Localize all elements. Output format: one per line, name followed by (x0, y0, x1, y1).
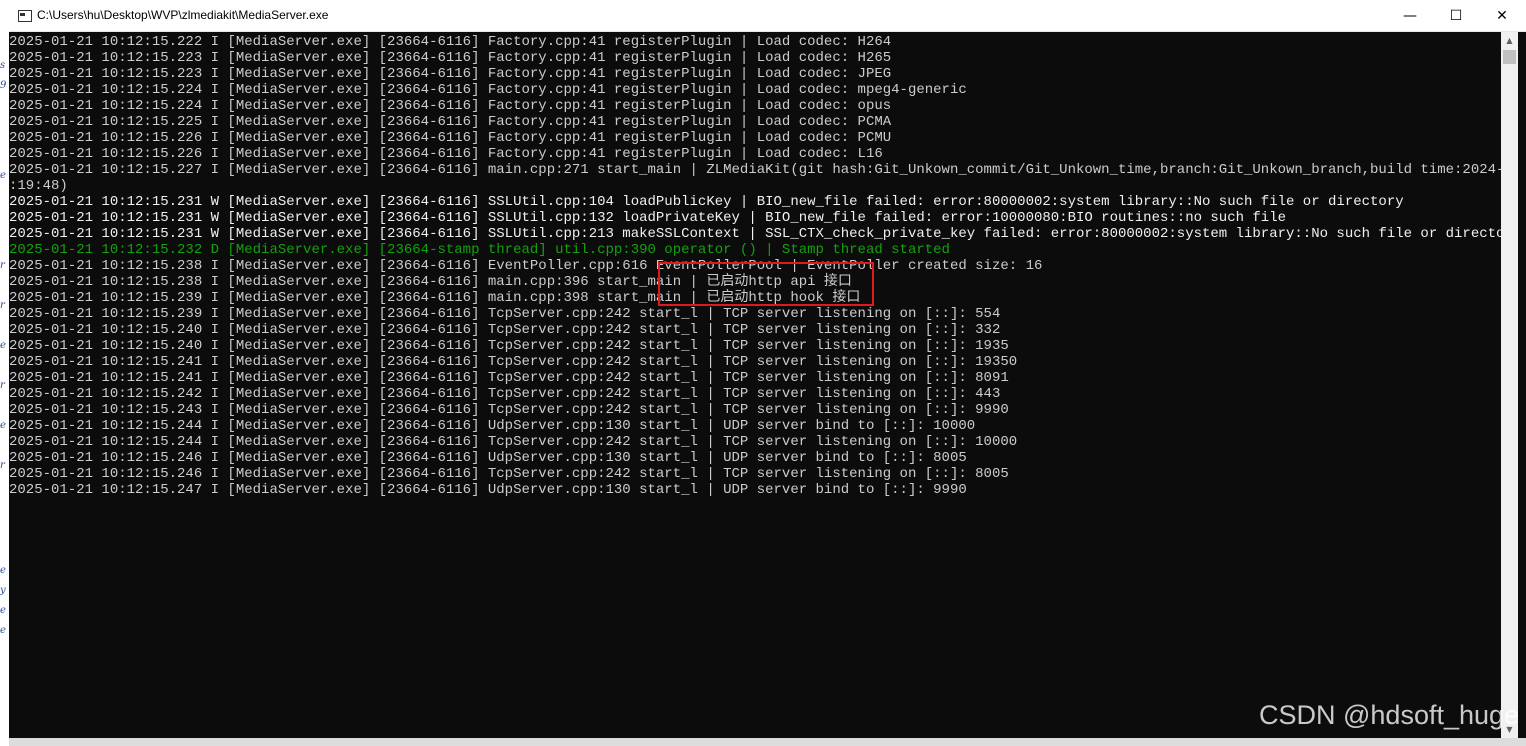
console-line: 2025-01-21 10:12:15.241 I [MediaServer.e… (9, 370, 1009, 386)
console-line: 2025-01-21 10:12:15.222 I [MediaServer.e… (9, 34, 892, 50)
maximize-button[interactable]: ☐ (1433, 0, 1479, 31)
console-line: 2025-01-21 10:12:15.231 W [MediaServer.e… (9, 226, 1501, 242)
console-line: 2025-01-21 10:12:15.241 I [MediaServer.e… (9, 354, 1018, 370)
close-button[interactable]: ✕ (1479, 0, 1525, 31)
console-line: 2025-01-21 10:12:15.244 I [MediaServer.e… (9, 434, 1018, 450)
console-line: 2025-01-21 10:12:15.231 W [MediaServer.e… (9, 210, 1287, 226)
console-line: 2025-01-21 10:12:15.244 I [MediaServer.e… (9, 418, 976, 434)
console-line: 2025-01-21 10:12:15.247 I [MediaServer.e… (9, 482, 967, 498)
minimize-button[interactable]: — (1387, 0, 1433, 31)
console-line: 2025-01-21 10:12:15.246 I [MediaServer.e… (9, 466, 1009, 482)
console-line: 2025-01-21 10:12:15.246 I [MediaServer.e… (9, 450, 967, 466)
console-output[interactable]: 2025-01-21 10:12:15.222 I [MediaServer.e… (9, 32, 1501, 738)
highlight-annotation-box (658, 262, 874, 306)
console-line: 2025-01-21 10:12:15.223 I [MediaServer.e… (9, 50, 892, 66)
console-line: 2025-01-21 10:12:15.224 I [MediaServer.e… (9, 98, 892, 114)
title-bar[interactable]: C:\Users\hu\Desktop\WVP\zlmediakit\Media… (9, 0, 1526, 32)
console-line: 2025-01-21 10:12:15.232 D [MediaServer.e… (9, 242, 950, 258)
console-line: 2025-01-21 10:12:15.239 I [MediaServer.e… (9, 306, 1001, 322)
console-line: 2025-01-21 10:12:15.223 I [MediaServer.e… (9, 66, 892, 82)
scroll-thumb[interactable] (1503, 50, 1516, 64)
console-app-icon (18, 10, 32, 22)
window-title: C:\Users\hu\Desktop\WVP\zlmediakit\Media… (37, 8, 329, 22)
console-line: 2025-01-21 10:12:15.227 I [MediaServer.e… (9, 162, 1501, 178)
console-line: 2025-01-21 10:12:15.224 I [MediaServer.e… (9, 82, 967, 98)
window-bottom-edge (9, 738, 1526, 746)
console-line: 2025-01-21 10:12:15.231 W [MediaServer.e… (9, 194, 1404, 210)
scroll-up-arrow-icon[interactable]: ▲ (1501, 32, 1518, 49)
vertical-scrollbar[interactable]: ▲ ▼ (1501, 32, 1518, 738)
console-line: 2025-01-21 10:12:15.238 I [MediaServer.e… (9, 258, 1043, 274)
console-line: 2025-01-21 10:12:15.242 I [MediaServer.e… (9, 386, 1001, 402)
console-window[interactable]: C:\Users\hu\Desktop\WVP\zlmediakit\Media… (9, 0, 1526, 746)
console-line: :19:48) (9, 178, 68, 194)
console-line: 2025-01-21 10:12:15.243 I [MediaServer.e… (9, 402, 1009, 418)
console-line: 2025-01-21 10:12:15.226 I [MediaServer.e… (9, 146, 883, 162)
console-line: 2025-01-21 10:12:15.240 I [MediaServer.e… (9, 322, 1001, 338)
console-line: 2025-01-21 10:12:15.225 I [MediaServer.e… (9, 114, 892, 130)
console-line: 2025-01-21 10:12:15.226 I [MediaServer.e… (9, 130, 892, 146)
console-line: 2025-01-21 10:12:15.240 I [MediaServer.e… (9, 338, 1009, 354)
watermark: CSDN @hdsoft_huge (1259, 700, 1520, 730)
